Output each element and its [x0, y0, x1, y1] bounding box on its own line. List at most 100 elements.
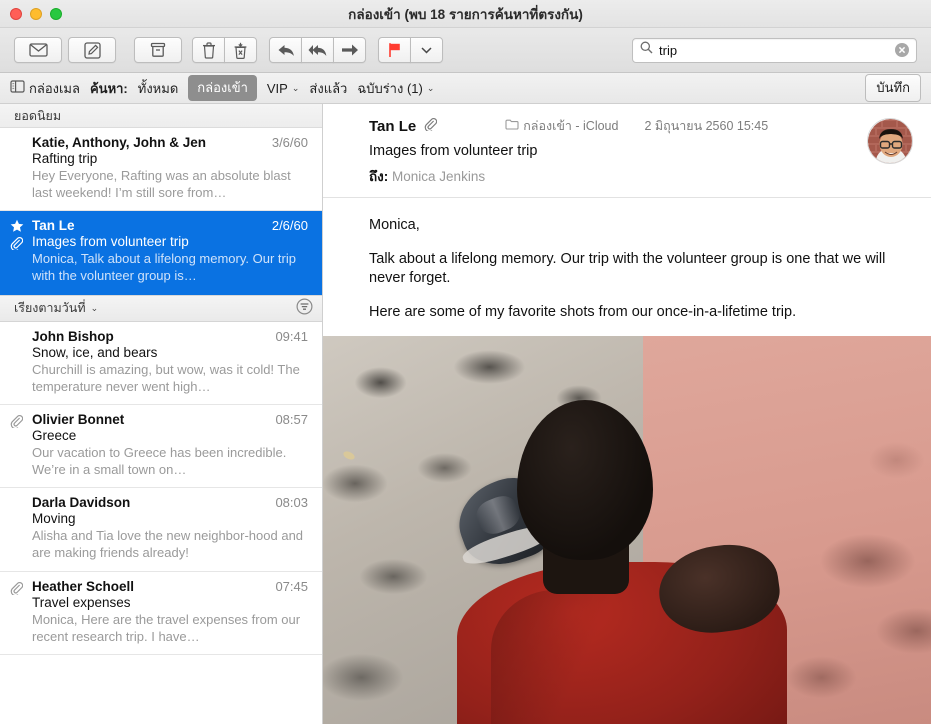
scope-inbox[interactable]: กล่องเข้า [188, 75, 257, 101]
scope-all[interactable]: ทั้งหมด [138, 78, 179, 99]
paperclip-icon [10, 581, 24, 600]
list-item[interactable]: John Bishop 09:41 Snow, ice, and bears C… [0, 322, 322, 405]
sidebar-toggle-icon [10, 80, 25, 96]
message-sender-name: Tan Le [369, 117, 417, 135]
delete-button[interactable] [192, 37, 225, 63]
chevron-down-icon: ⌄ [426, 82, 435, 93]
message-sender: Olivier Bonnet [32, 411, 125, 427]
compose-icon [83, 41, 101, 59]
message-date: 3/6/60 [271, 135, 308, 150]
list-item[interactable]: Heather Schoell 07:45 Travel expenses Mo… [0, 572, 322, 655]
mailboxes-label: กล่องเมล [29, 80, 80, 96]
flag-button[interactable] [378, 37, 411, 63]
mailboxes-toggle[interactable]: กล่องเมล [10, 78, 80, 99]
trash-icon [202, 41, 216, 59]
reply-button[interactable] [269, 37, 302, 63]
delete-junk-group [192, 37, 257, 63]
message-body: Monica, Talk about a lifelong memory. Ou… [323, 198, 931, 336]
chevron-down-icon [421, 46, 432, 54]
scope-drafts-label: ฉบับร่าง (1) [357, 80, 423, 96]
paperclip-icon [424, 117, 438, 136]
list-item-selected[interactable]: Tan Le 2/6/60 Images from volunteer trip… [0, 211, 322, 295]
junk-trash-icon [233, 42, 248, 59]
flag-group [378, 37, 443, 63]
envelope-icon [28, 43, 48, 57]
flag-menu-button[interactable] [410, 37, 443, 63]
message-sender: Tan Le [32, 218, 75, 234]
mail-window: กล่องเข้า (พบ 18 รายการค้นหาที่ตรงกัน) t… [0, 0, 931, 724]
list-item[interactable]: Olivier Bonnet 08:57 Greece Our vacation… [0, 405, 322, 489]
message-sender: Darla Davidson [32, 495, 131, 511]
list-section-header: ยอดนิยม [0, 104, 322, 128]
forward-arrow-icon [341, 43, 359, 57]
scope-vip-label: VIP [266, 80, 288, 96]
message-recipient: ถึง: Monica Jenkins [369, 165, 915, 187]
list-item[interactable]: Katie, Anthony, John & Jen 3/6/60 Raftin… [0, 128, 322, 212]
scope-vip[interactable]: VIP ⌄ [267, 81, 300, 96]
search-scope-bar: กล่องเมล ค้นหา: ทั้งหมด กล่องเข้า VIP ⌄ … [0, 73, 931, 104]
message-date: 09:41 [275, 328, 308, 344]
body-paragraph: Monica, [369, 217, 420, 233]
paperclip-icon [10, 414, 24, 433]
minimize-button[interactable] [30, 7, 42, 20]
message-date: 2 มิถุนายน 2560 15:45 [644, 119, 769, 133]
zoom-button[interactable] [50, 7, 62, 20]
reply-group [269, 37, 366, 63]
archive-button[interactable] [134, 37, 182, 63]
scope-drafts[interactable]: ฉบับร่าง (1) ⌄ [357, 78, 434, 99]
compose-button[interactable] [68, 37, 116, 63]
avatar [867, 118, 913, 164]
archive-icon [150, 42, 166, 58]
list-item[interactable]: Darla Davidson 08:03 Moving Alisha and T… [0, 488, 322, 572]
message-preview: Our vacation to Greece has been incredib… [32, 444, 287, 478]
message-preview: Monica, Here are the travel expenses fro… [32, 611, 301, 644]
chevron-down-icon[interactable]: ⌄ [91, 303, 99, 314]
message-date: 08:57 [275, 411, 308, 427]
search-input[interactable] [659, 42, 889, 58]
body-paragraph: Here are some of my favorite shots from … [369, 303, 797, 320]
to-label: ถึง: [369, 169, 389, 184]
message-subject: Travel expenses [32, 594, 131, 610]
save-search-button[interactable]: บันทึก [865, 74, 921, 102]
reply-all-button[interactable] [301, 37, 334, 63]
forward-button[interactable] [333, 37, 366, 63]
reply-arrow-icon [277, 43, 295, 58]
message-list[interactable]: ยอดนิยม Katie, Anthony, John & Jen 3/6/6… [0, 104, 323, 724]
message-sender: John Bishop [32, 328, 114, 344]
search-field[interactable] [632, 37, 917, 63]
message-date: 07:45 [275, 578, 308, 594]
message-subject: Images from volunteer trip [369, 143, 538, 159]
message-preview: Churchill is amazing, but wow, was it co… [32, 361, 300, 394]
junk-button[interactable] [224, 37, 257, 63]
search-container [632, 37, 917, 63]
message-sender: Katie, Anthony, John & Jen [32, 135, 207, 150]
to-value: Monica Jenkins [392, 169, 486, 184]
filter-circle-icon[interactable] [296, 298, 313, 318]
message-subject: Images from volunteer trip [32, 234, 189, 250]
message-attachments [323, 336, 931, 724]
message-view: Tan Le กล่องเข้า - iCloud 2 มิถุนายน 256… [323, 104, 931, 724]
body-paragraph: Talk about a lifelong memory. Our trip w… [369, 250, 886, 287]
message-preview: Alisha and Tia love the new neighbor-hoo… [32, 528, 304, 561]
search-clear-button[interactable] [895, 43, 909, 57]
close-button[interactable] [10, 7, 22, 20]
window-controls [0, 7, 62, 20]
message-header: Tan Le กล่องเข้า - iCloud 2 มิถุนายน 256… [323, 104, 931, 198]
message-subject: Snow, ice, and bears [32, 344, 158, 360]
message-date: 2/6/60 [271, 218, 308, 234]
scope-sent[interactable]: ส่งแล้ว [309, 78, 347, 99]
search-label: ค้นหา: [89, 80, 128, 96]
reply-all-arrow-icon [308, 43, 328, 58]
search-icon [640, 41, 653, 59]
folder-icon [505, 119, 519, 133]
message-subject: Greece [32, 427, 77, 443]
content-area: ยอดนิยม Katie, Anthony, John & Jen 3/6/6… [0, 104, 931, 724]
get-mail-button[interactable] [14, 37, 62, 63]
chevron-down-icon: ⌄ [291, 82, 300, 93]
message-subject: Rafting trip [32, 151, 98, 166]
message-subject: Moving [32, 511, 76, 527]
mailbox-label: กล่องเข้า - iCloud [523, 119, 619, 133]
message-preview: Monica, Talk about a lifelong memory. Ou… [32, 251, 296, 284]
message-mailbox: กล่องเข้า - iCloud [505, 116, 618, 136]
sort-label[interactable]: เรียงตามวันที่ [14, 298, 86, 318]
